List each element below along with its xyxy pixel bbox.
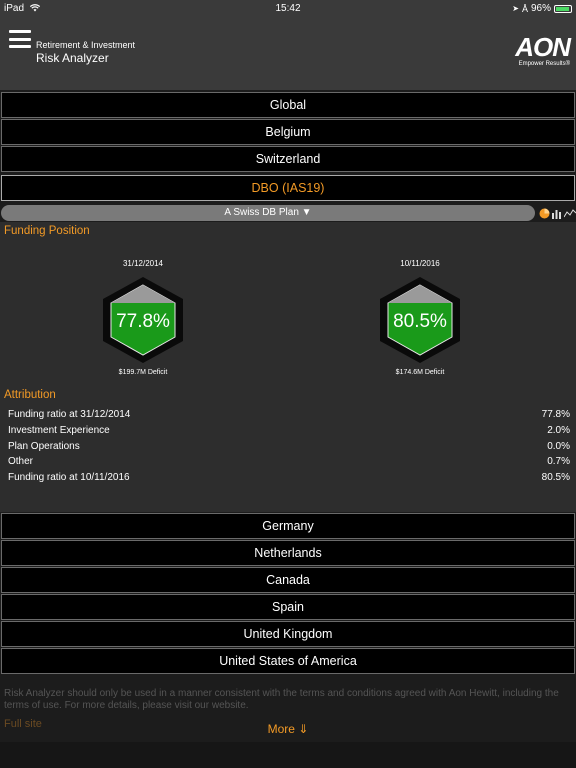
attribution-label: Plan Operations	[8, 441, 80, 452]
attribution-title: Attribution	[4, 389, 56, 401]
bar-chart-icon[interactable]	[551, 208, 563, 219]
aon-logo: AON Empower Results®	[515, 32, 571, 67]
attribution-row: Investment Experience 2.0%	[0, 425, 576, 440]
attribution-row: Other 0.7%	[0, 456, 576, 471]
attribution-label: Other	[8, 456, 34, 467]
country-canada[interactable]: Canada	[1, 567, 575, 593]
view-icons	[539, 205, 576, 221]
attribution-row: Plan Operations 0.0%	[0, 441, 576, 456]
country-global[interactable]: Global	[1, 92, 575, 118]
pie-chart-icon[interactable]	[539, 208, 550, 219]
header-subtitle: Retirement & Investment	[36, 40, 136, 50]
country-belgium[interactable]: Belgium	[1, 119, 575, 145]
country-united-kingdom[interactable]: United Kingdom	[1, 621, 575, 647]
attribution-value: 77.8%	[541, 409, 570, 420]
attribution-label: Funding ratio at 10/11/2016	[8, 472, 130, 483]
plan-selector[interactable]: A Swiss DB Plan ▼	[1, 205, 535, 221]
attribution-value: 0.7%	[547, 456, 570, 467]
menu-icon[interactable]	[9, 30, 31, 48]
legal-notice: Risk Analyzer should only be used in a m…	[4, 688, 559, 711]
status-bar: iPad 15:42 ➤ Å 96%	[0, 0, 576, 18]
country-switzerland[interactable]: Switzerland	[1, 146, 575, 172]
attribution-row: Funding ratio at 10/11/2016 80.5%	[0, 472, 576, 487]
gauge-deficit-1: $199.7M Deficit	[118, 369, 168, 376]
attribution-row: Funding ratio at 31/12/2014 77.8%	[0, 409, 576, 424]
bottom-strip	[0, 742, 576, 768]
status-time: 15:42	[275, 3, 301, 14]
attribution-label: Investment Experience	[8, 425, 110, 436]
bluetooth-icon: Å	[521, 3, 528, 14]
country-germany[interactable]: Germany	[1, 513, 575, 539]
attribution-value: 0.0%	[547, 441, 570, 452]
gauge-date-2: 10/11/2016	[400, 259, 440, 268]
gauge-date-1: 31/12/2014	[122, 259, 164, 268]
line-chart-icon[interactable]	[564, 208, 576, 219]
header-title: Risk Analyzer	[36, 51, 109, 65]
funding-position-title: Funding Position	[4, 225, 90, 237]
battery-icon	[554, 4, 572, 13]
country-netherlands[interactable]: Netherlands	[1, 540, 575, 566]
battery-fill	[556, 6, 570, 11]
logo-mark: AON	[515, 32, 571, 62]
more-button[interactable]: More ⇓	[0, 722, 576, 736]
attribution-label: Funding ratio at 31/12/2014	[8, 409, 131, 420]
country-united-states[interactable]: United States of America	[1, 648, 575, 674]
battery-percent: 96%	[530, 3, 551, 14]
gauge-value-1: 77.8%	[116, 311, 170, 332]
country-spain[interactable]: Spain	[1, 594, 575, 620]
gauge-value-2: 80.5%	[393, 311, 447, 332]
funding-panel: Funding Position 31/12/2014 77.8% $199.7…	[0, 222, 576, 512]
gauge-deficit-2: $174.6M Deficit	[395, 369, 445, 376]
logo-tagline: Empower Results®	[518, 61, 570, 67]
attribution-value: 2.0%	[547, 425, 570, 436]
location-icon: ➤	[512, 4, 519, 13]
measure-dbo-ias19[interactable]: DBO (IAS19)	[1, 175, 575, 201]
app-header: Retirement & Investment Risk Analyzer AO…	[0, 18, 576, 90]
attribution-value: 80.5%	[541, 472, 570, 483]
status-right: ➤ Å 96%	[512, 3, 572, 14]
